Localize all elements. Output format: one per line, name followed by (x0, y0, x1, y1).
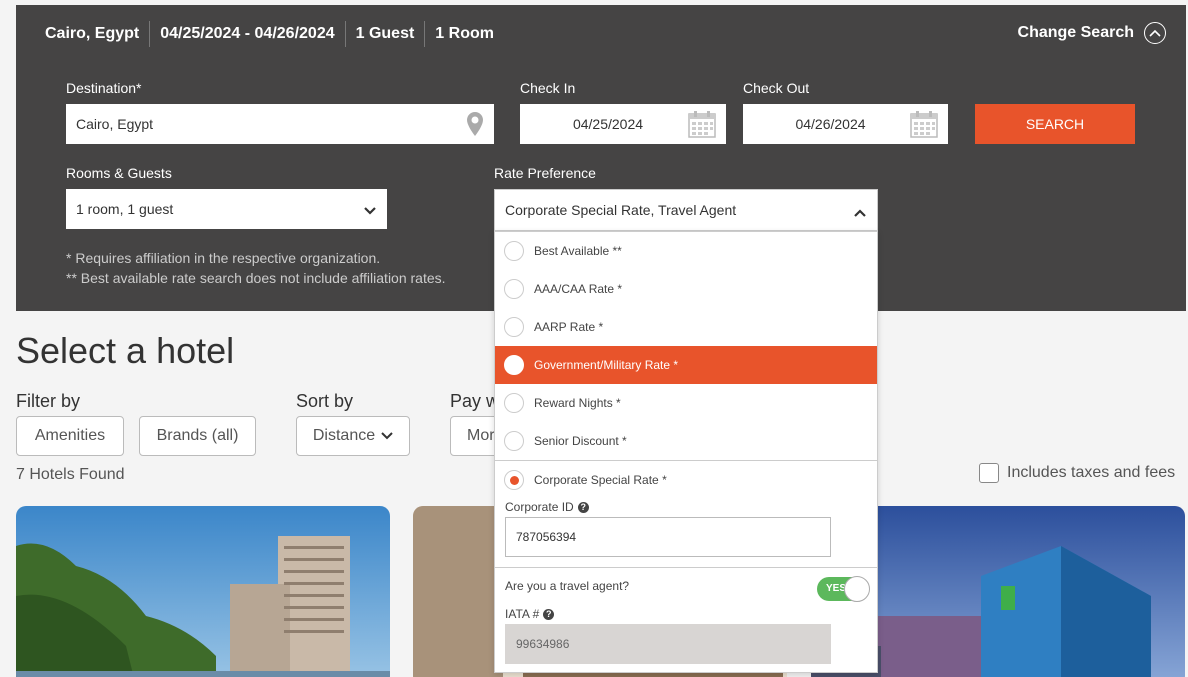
page-title: Select a hotel (16, 330, 235, 371)
corporate-id-input[interactable]: 787056394 (505, 517, 831, 557)
rate-option-label: Corporate Special Rate * (534, 473, 667, 487)
calendar-icon (688, 110, 716, 141)
rooms-guests-select[interactable]: 1 room, 1 guest (66, 189, 387, 229)
affiliation-note: * Requires affiliation in the respective… (66, 250, 381, 266)
destination-input[interactable]: Cairo, Egypt (66, 104, 494, 144)
rate-option-label: AAA/CAA Rate * (534, 282, 623, 296)
radio-button-selected[interactable] (504, 470, 524, 490)
amenities-button[interactable]: Amenities (16, 416, 124, 456)
summary-dates: 04/25/2024 - 04/26/2024 (149, 21, 344, 47)
radio-button[interactable] (504, 279, 524, 299)
checkbox-box[interactable] (979, 463, 999, 483)
change-search-label: Change Search (1017, 24, 1134, 41)
sort-value: Distance (312, 427, 376, 444)
toggle-knob (844, 576, 870, 602)
chevron-up-icon (1144, 22, 1166, 44)
rate-option-senior[interactable]: Senior Discount * (495, 422, 877, 460)
corporate-id-label: Corporate ID ? (505, 500, 589, 514)
checkout-label: Check Out (743, 80, 810, 96)
divider (495, 567, 877, 568)
summary-rooms: 1 Room (424, 21, 504, 47)
rate-preference-select[interactable]: Corporate Special Rate, Travel Agent (494, 189, 878, 231)
taxes-checkbox[interactable]: Includes taxes and fees (979, 463, 1175, 483)
rate-option-government[interactable]: Government/Military Rate * (495, 346, 877, 384)
rate-option-reward-nights[interactable]: Reward Nights * (495, 384, 877, 422)
rooms-guests-label: Rooms & Guests (66, 165, 172, 181)
hotel-card-image[interactable] (16, 506, 390, 677)
radio-button[interactable] (504, 393, 524, 413)
brands-button[interactable]: Brands (all) (139, 416, 256, 456)
checkin-value: 04/25/2024 (572, 116, 644, 132)
chevron-down-icon (363, 203, 377, 219)
help-icon[interactable]: ? (543, 608, 555, 620)
summary-guests: 1 Guest (344, 21, 425, 47)
search-summary: Cairo, Egypt 04/25/2024 - 04/26/2024 1 G… (45, 21, 504, 47)
chevron-down-icon (381, 427, 393, 445)
rate-option-best-available[interactable]: Best Available ** (495, 232, 877, 270)
checkout-value: 04/26/2024 (795, 116, 866, 132)
rooms-guests-value: 1 room, 1 guest (76, 201, 174, 217)
change-search-button[interactable]: Change Search (1018, 22, 1166, 44)
rate-option-label: Government/Military Rate * (534, 358, 679, 372)
rate-preference-label: Rate Preference (494, 165, 596, 181)
iata-label: IATA # ? (505, 607, 555, 621)
filter-by-label: Filter by (16, 391, 81, 411)
search-button[interactable]: SEARCH (975, 104, 1135, 144)
best-available-note: ** Best available rate search does not i… (66, 270, 446, 286)
summary-location: Cairo, Egypt (45, 25, 140, 42)
checkout-input[interactable]: 04/26/2024 (743, 104, 948, 144)
sort-select[interactable]: Distance (296, 416, 410, 456)
travel-agent-question: Are you a travel agent? (505, 579, 630, 593)
radio-button[interactable] (504, 355, 524, 375)
location-pin-icon (466, 111, 484, 140)
calendar-icon (910, 110, 938, 141)
help-icon[interactable]: ? (577, 501, 589, 513)
toggle-label: YES (826, 583, 847, 594)
pay-with-label: Pay w (450, 391, 500, 411)
destination-label: Destination* (66, 80, 142, 96)
hotels-found-count: 7 Hotels Found (16, 466, 125, 483)
sort-by-label: Sort by (296, 391, 354, 411)
rate-option-corporate[interactable]: Corporate Special Rate * (495, 461, 877, 499)
rate-option-label: AARP Rate * (534, 320, 604, 334)
rate-option-aaa[interactable]: AAA/CAA Rate * (495, 270, 877, 308)
iata-input[interactable]: 99634986 (505, 624, 831, 664)
rate-option-label: Reward Nights * (534, 396, 621, 410)
rate-preference-value: Corporate Special Rate, Travel Agent (505, 202, 737, 218)
checkin-label: Check In (520, 80, 576, 96)
chevron-up-icon (853, 205, 867, 221)
radio-button[interactable] (504, 317, 524, 337)
rate-option-label: Senior Discount * (534, 434, 627, 448)
radio-button[interactable] (504, 241, 524, 261)
rate-option-label: Best Available ** (534, 244, 622, 258)
destination-value: Cairo, Egypt (76, 116, 154, 132)
rate-option-aarp[interactable]: AARP Rate * (495, 308, 877, 346)
radio-button[interactable] (504, 431, 524, 451)
taxes-label: Includes taxes and fees (1007, 464, 1176, 481)
rate-preference-dropdown: Best Available ** AAA/CAA Rate * AARP Ra… (494, 231, 878, 673)
checkin-input[interactable]: 04/25/2024 (520, 104, 726, 144)
travel-agent-toggle[interactable]: YES (817, 576, 870, 602)
